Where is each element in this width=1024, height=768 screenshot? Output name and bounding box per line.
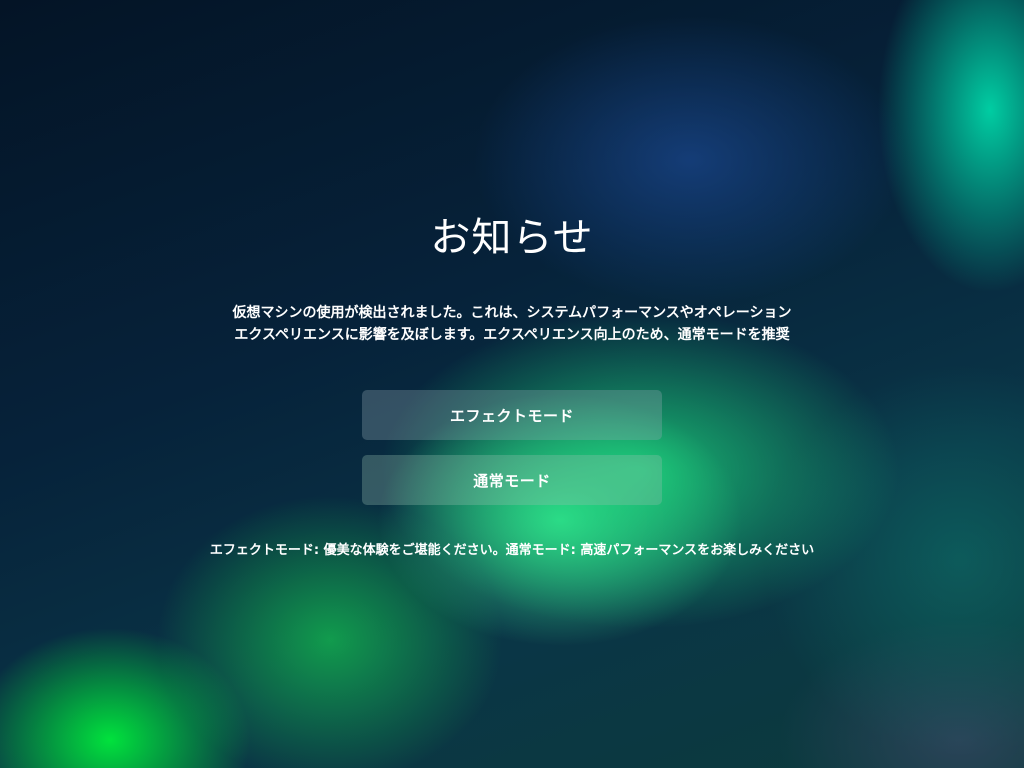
dialog-message-line: エクスペリエンスに影響を及ぼします。エクスペリエンス向上のため、通常モードを推奨: [234, 327, 790, 343]
notice-dialog: お知らせ 仮想マシンの使用が検出されました。これは、システムパフォーマンスやオペ…: [0, 0, 1024, 768]
dialog-title: お知らせ: [430, 215, 594, 261]
dialog-message-line: 仮想マシンの使用が検出されました。これは、システムパフォーマンスやオペレーション: [232, 305, 792, 321]
dialog-message: 仮想マシンの使用が検出されました。これは、システムパフォーマンスやオペレーション…: [212, 302, 812, 346]
effect-mode-button[interactable]: エフェクトモード: [362, 390, 662, 440]
mode-description: エフェクトモード: 優美な体験をご堪能ください。通常モード: 高速パフォーマンス…: [209, 543, 815, 558]
normal-mode-button[interactable]: 通常モード: [362, 455, 662, 505]
